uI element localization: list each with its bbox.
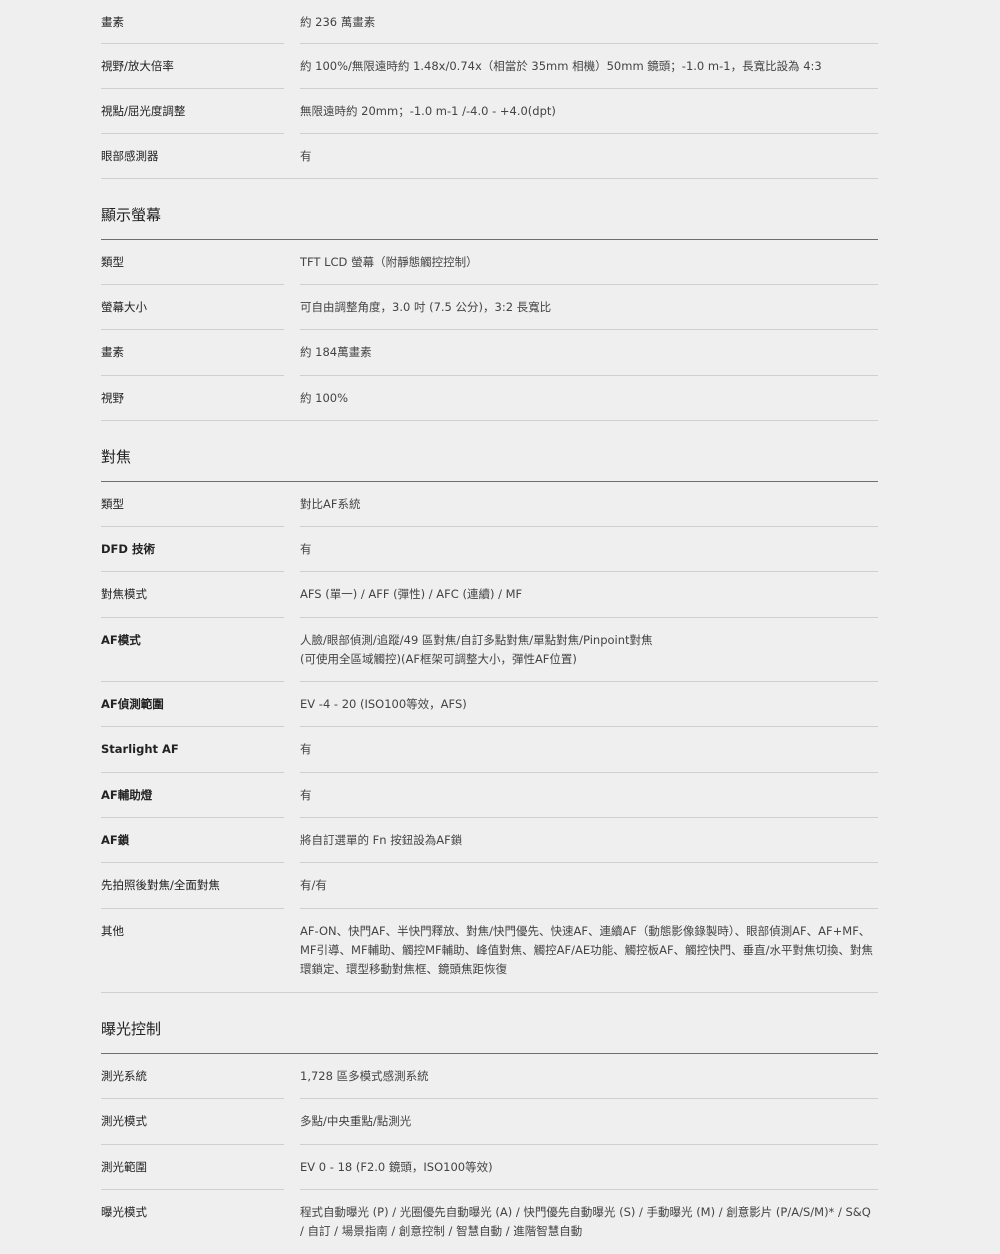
spec-label: 視點/屈光度調整 <box>101 104 186 118</box>
spec-row: 畫素 約 184萬畫素 <box>101 330 878 376</box>
spec-value: 約 236 萬畫素 <box>300 15 376 29</box>
section-title-text: 曝光控制 <box>101 1020 162 1038</box>
spec-label: 畫素 <box>101 345 124 359</box>
spec-row: 測光範圍 EV 0 - 18 (F2.0 鏡頭，ISO100等效) <box>101 1145 878 1190</box>
spec-value: 將自訂選單的 Fn 按鈕設為AF鎖 <box>300 833 463 847</box>
spec-label: 視野 <box>101 391 124 405</box>
spec-row: AF鎖 將自訂選單的 Fn 按鈕設為AF鎖 <box>101 818 878 863</box>
spec-value: 有 <box>300 788 312 802</box>
spec-label: 對焦模式 <box>101 587 147 601</box>
spec-label: 先拍照後對焦/全面對焦 <box>101 878 220 892</box>
spec-value: 有 <box>300 149 312 163</box>
spec-value: 無限遠時約 20mm；-1.0 m-1 /-4.0 - +4.0(dpt) <box>300 104 556 118</box>
spec-row: 其他 AF-ON、快門AF、半快門釋放、對焦/快門優先、快速AF、連續AF（動態… <box>101 909 878 993</box>
spec-row: AF模式 人臉/眼部偵測/追蹤/49 區對焦/自訂多點對焦/單點對焦/Pinpo… <box>101 618 878 682</box>
section-display: 顯示螢幕 類型 TFT LCD 螢幕（附靜態觸控控制） 螢幕大小 可自由調整角度… <box>101 179 878 421</box>
spec-label: DFD 技術 <box>101 542 155 556</box>
spec-label: 測光範圍 <box>101 1160 147 1174</box>
spec-value: 約 100% <box>300 391 349 405</box>
spec-value: 約 100%/無限遠時約 1.48x/0.74x（相當於 35mm 相機）50m… <box>300 59 822 73</box>
section-title: 曝光控制 <box>101 993 878 1054</box>
spec-value: 有 <box>300 542 312 556</box>
spec-sheet: 畫素 約 236 萬畫素 視野/放大倍率 約 100%/無限遠時約 1.48x/… <box>101 0 878 1254</box>
spec-label: 眼部感測器 <box>101 149 159 163</box>
spec-label: 類型 <box>101 497 124 511</box>
spec-label: AF輔助燈 <box>101 788 153 802</box>
spec-row: AF輔助燈 有 <box>101 773 878 818</box>
spec-value: 1,728 區多模式感測系統 <box>300 1069 429 1083</box>
section-title: 顯示螢幕 <box>101 179 878 240</box>
spec-label: 其他 <box>101 924 124 938</box>
spec-row: 類型 對比AF系統 <box>101 482 878 527</box>
spec-label: 視野/放大倍率 <box>101 59 174 73</box>
spec-label: AF鎖 <box>101 833 130 847</box>
spec-value: 有 <box>300 742 312 756</box>
spec-label: 螢幕大小 <box>101 300 147 314</box>
section-title: 對焦 <box>101 421 878 482</box>
spec-row: 類型 TFT LCD 螢幕（附靜態觸控控制） <box>101 240 878 285</box>
section-viewfinder: 畫素 約 236 萬畫素 視野/放大倍率 約 100%/無限遠時約 1.48x/… <box>101 0 878 179</box>
spec-value: 可自由調整角度，3.0 吋 (7.5 公分)，3:2 長寬比 <box>300 300 552 314</box>
spec-label: 測光模式 <box>101 1114 147 1128</box>
spec-value: 人臉/眼部偵測/追蹤/49 區對焦/自訂多點對焦/單點對焦/Pinpoint對焦… <box>300 633 653 666</box>
spec-row: 視野 約 100% <box>101 376 878 421</box>
spec-value: 多點/中央重點/點測光 <box>300 1114 412 1128</box>
spec-label: 畫素 <box>101 15 124 29</box>
spec-row: 眼部感測器 有 <box>101 134 878 179</box>
spec-row: 先拍照後對焦/全面對焦 有/有 <box>101 863 878 909</box>
spec-row: DFD 技術 有 <box>101 527 878 572</box>
spec-value: EV 0 - 18 (F2.0 鏡頭，ISO100等效) <box>300 1160 493 1174</box>
spec-row: 測光系統 1,728 區多模式感測系統 <box>101 1054 878 1099</box>
spec-value: 約 184萬畫素 <box>300 345 372 359</box>
spec-label: Starlight AF <box>101 742 179 756</box>
spec-value: EV -4 - 20 (ISO100等效，AFS) <box>300 697 467 711</box>
spec-row: 視野/放大倍率 約 100%/無限遠時約 1.48x/0.74x（相當於 35m… <box>101 44 878 89</box>
spec-label: AF模式 <box>101 633 141 647</box>
spec-row: 螢幕大小 可自由調整角度，3.0 吋 (7.5 公分)，3:2 長寬比 <box>101 285 878 330</box>
spec-row: 對焦模式 AFS (單一) / AFF (彈性) / AFC (連續) / MF <box>101 572 878 618</box>
spec-row: 曝光模式 程式自動曝光 (P) / 光圈優先自動曝光 (A) / 快門優先自動曝… <box>101 1190 878 1254</box>
spec-value: AF-ON、快門AF、半快門釋放、對焦/快門優先、快速AF、連續AF（動態影像錄… <box>300 924 873 976</box>
spec-value: AFS (單一) / AFF (彈性) / AFC (連續) / MF <box>300 587 523 601</box>
spec-label: AF偵測範圍 <box>101 697 164 711</box>
spec-value: 有/有 <box>300 878 327 892</box>
spec-row: 視點/屈光度調整 無限遠時約 20mm；-1.0 m-1 /-4.0 - +4.… <box>101 89 878 134</box>
spec-row: 測光模式 多點/中央重點/點測光 <box>101 1099 878 1145</box>
section-exposure: 曝光控制 測光系統 1,728 區多模式感測系統 測光模式 多點/中央重點/點測… <box>101 993 878 1254</box>
spec-row: Starlight AF 有 <box>101 727 878 773</box>
spec-label: 類型 <box>101 255 124 269</box>
section-title-text: 顯示螢幕 <box>101 206 162 224</box>
spec-value: 程式自動曝光 (P) / 光圈優先自動曝光 (A) / 快門優先自動曝光 (S)… <box>300 1205 871 1238</box>
section-focus: 對焦 類型 對比AF系統 DFD 技術 有 對焦模式 AFS (單一) / AF… <box>101 421 878 993</box>
spec-row: 畫素 約 236 萬畫素 <box>101 0 878 44</box>
spec-value: TFT LCD 螢幕（附靜態觸控控制） <box>300 255 478 269</box>
spec-row: AF偵測範圍 EV -4 - 20 (ISO100等效，AFS) <box>101 682 878 727</box>
section-title-text: 對焦 <box>101 448 132 466</box>
spec-value: 對比AF系統 <box>300 497 361 511</box>
spec-label: 曝光模式 <box>101 1205 147 1219</box>
spec-label: 測光系統 <box>101 1069 147 1083</box>
